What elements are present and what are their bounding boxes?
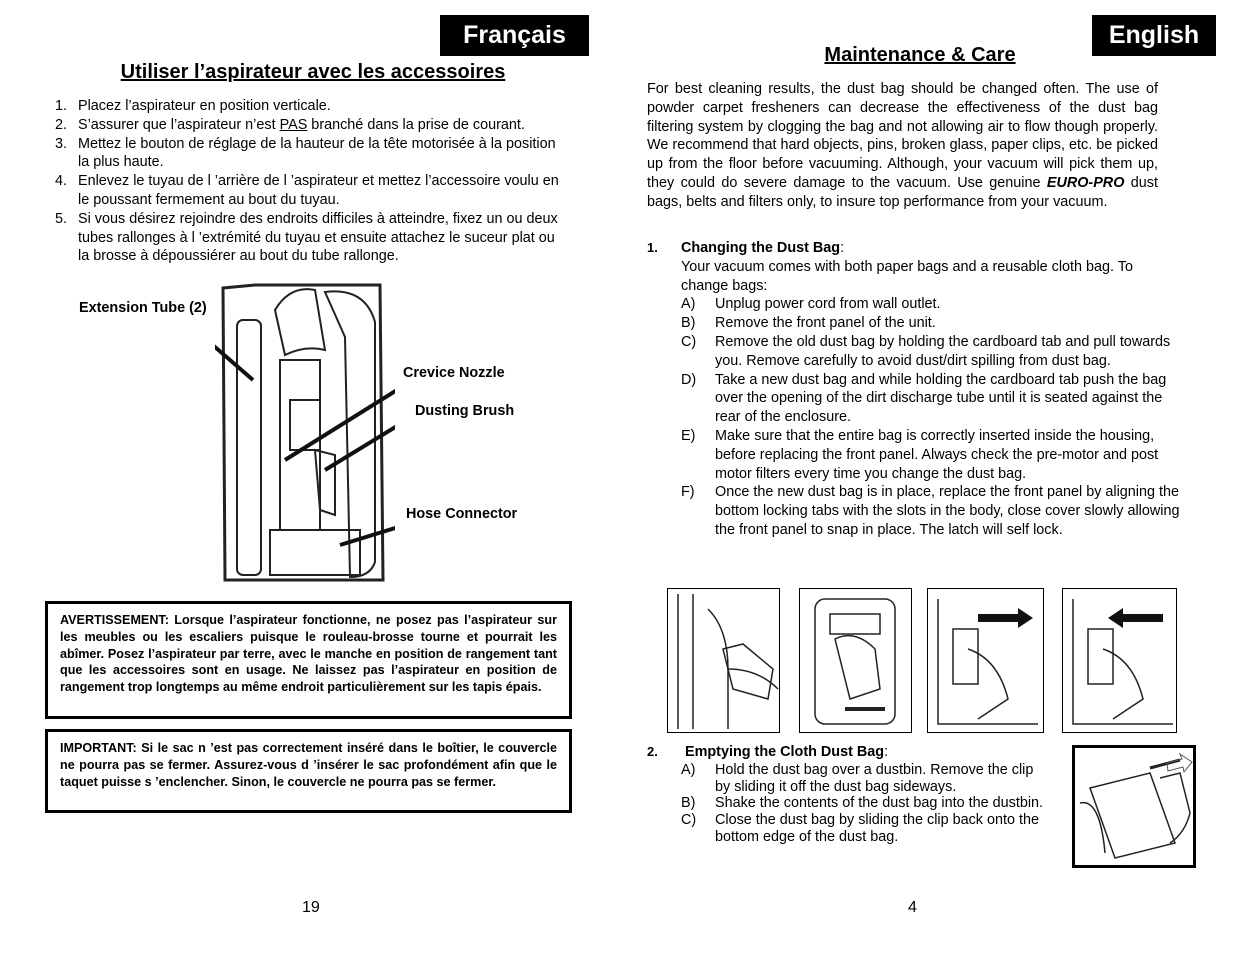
page-number-left: 19	[302, 899, 320, 916]
illustration-cloth-bag-clip	[1072, 745, 1196, 868]
section-changing-dust-bag: 1. Changing the Dust Bag: Your vacuum com…	[647, 239, 1182, 540]
list-item: E) Make sure that the entire bag is corre…	[681, 427, 1182, 483]
step-number: 5.	[55, 210, 68, 227]
section-heading-fr: Utiliser l’aspirateur avec les accessoir…	[120, 61, 506, 83]
step-text: Mettez le bouton de réglage de la hauteu…	[78, 135, 556, 171]
section1-items: A) Unplug power cord from wall outlet. B)…	[681, 295, 1182, 539]
step-number: 1.	[55, 98, 68, 114]
list-item: C) Remove the old dust bag by holding the…	[681, 333, 1182, 371]
section-intro: Your vacuum comes with both paper bags a…	[681, 258, 1133, 294]
item-letter: C)	[681, 812, 697, 829]
important-box: IMPORTANT: Si le sac n ’est pas correcte…	[45, 729, 572, 813]
item-letter: D)	[681, 371, 697, 388]
step-item: 5. Si vous désirez rejoindre des endroits…	[55, 210, 565, 266]
list-item: A) Hold the dust bag over a dustbin. Remo…	[681, 762, 1047, 796]
language-tab-french: Français	[440, 15, 589, 56]
item-text: Make sure that the entire bag is correct…	[715, 427, 1159, 482]
item-letter: B)	[681, 315, 696, 332]
section-title: Emptying the Cloth Dust Bag	[685, 744, 885, 760]
step-text: Placez l’aspirateur en position vertical…	[78, 98, 331, 114]
page-number-right: 4	[908, 899, 917, 916]
list-item: F) Once the new dust bag is in place, rep…	[681, 483, 1182, 539]
list-item: C) Close the dust bag by sliding the clip…	[681, 812, 1047, 846]
illustration-push-bag-left	[1062, 588, 1177, 733]
step-item: 4. Enlevez le tuyau de l ’arrière de l ’a…	[55, 172, 565, 210]
manual-spread: Français Utiliser l’aspirateur avec les …	[0, 0, 1235, 954]
item-text: Remove the front panel of the unit.	[715, 315, 936, 332]
list-item: B) Remove the front panel of the unit.	[681, 314, 1182, 333]
step-text: Enlevez le tuyau de l ’arrière de l ’asp…	[78, 173, 559, 208]
illustration-remove-panel	[667, 588, 780, 733]
section-emptying-cloth-bag: 2. Emptying the Cloth Dust Bag: A) Hold th…	[647, 743, 1047, 846]
step-text-part: S’assurer que l’aspirateur n’est	[78, 116, 280, 133]
arrow-left-icon	[1108, 608, 1163, 628]
section-title: Changing the Dust Bag	[681, 240, 841, 256]
step-text: Si vous désirez rejoindre des endroits d…	[78, 210, 558, 265]
section-title-row: 1. Changing the Dust Bag:	[647, 239, 1182, 258]
label-dusting-brush: Dusting Brush	[415, 403, 515, 419]
step-item: 2. S’assurer que l’aspirateur n’est PAS b…	[55, 116, 565, 135]
item-letter: A)	[681, 761, 696, 778]
colon: :	[884, 744, 889, 760]
section-title-row: 2. Emptying the Cloth Dust Bag:	[647, 743, 1047, 762]
step-number: 2.	[55, 116, 68, 133]
step-text-part: branché dans la prise de courant.	[307, 116, 525, 133]
underlined-word: PAS	[279, 116, 308, 133]
list-item: D) Take a new dust bag and while holding …	[681, 371, 1182, 427]
item-text: Take a new dust bag and while holding th…	[715, 371, 1167, 426]
step-number: 4.	[55, 173, 68, 190]
list-item: B) Shake the contents of the dust bag int…	[681, 795, 1047, 812]
section-number: 2.	[647, 744, 658, 759]
section-heading-en: Maintenance & Care	[824, 44, 1016, 66]
label-extension-tube: Extension Tube (2)	[79, 300, 207, 316]
warning-box: AVERTISSEMENT: Lorsque l’aspirateur fonc…	[45, 601, 572, 719]
item-text: Hold the dust bag over a dustbin. Remove…	[715, 761, 1034, 795]
colon: :	[840, 240, 845, 256]
item-letter: E)	[681, 427, 696, 444]
list-item: A) Unplug power cord from wall outlet.	[681, 295, 1182, 314]
step-item: 3. Mettez le bouton de réglage de la haut…	[55, 135, 565, 173]
step-text: S’assurer que l’aspirateur n’est PAS bra…	[78, 116, 525, 135]
illustration-insert-bag-right	[927, 588, 1044, 733]
label-hose-connector: Hose Connector	[406, 506, 518, 522]
steps-list-fr: 1. Placez l’aspirateur en position vertic…	[55, 97, 565, 266]
item-letter: F)	[681, 484, 695, 501]
step-item: 1. Placez l’aspirateur en position vertic…	[55, 97, 565, 116]
item-letter: A)	[681, 296, 696, 313]
language-tab-english: English	[1092, 15, 1216, 56]
label-crevice-nozzle: Crevice Nozzle	[403, 365, 505, 381]
vacuum-accessories-illustration	[215, 283, 395, 582]
intro-paragraph: For best cleaning results, the dust bag …	[647, 80, 1158, 212]
item-text: Shake the contents of the dust bag into …	[715, 795, 1044, 812]
item-letter: B)	[681, 795, 696, 812]
illustration-pull-dust-bag	[799, 588, 912, 733]
section-number: 1.	[647, 240, 658, 255]
brand-name: EURO-PRO	[1046, 174, 1125, 191]
item-text: Remove the old dust bag by holding the c…	[715, 333, 1171, 369]
section2-items: A) Hold the dust bag over a dustbin. Remo…	[681, 762, 1047, 846]
item-text: Once the new dust bag is in place, repla…	[715, 484, 1180, 538]
step-number: 3.	[55, 135, 68, 152]
arrow-right-icon	[978, 608, 1033, 628]
item-letter: C)	[681, 333, 697, 350]
item-text: Unplug power cord from wall outlet.	[715, 296, 941, 313]
item-text: Close the dust bag by sliding the clip b…	[715, 812, 1039, 845]
